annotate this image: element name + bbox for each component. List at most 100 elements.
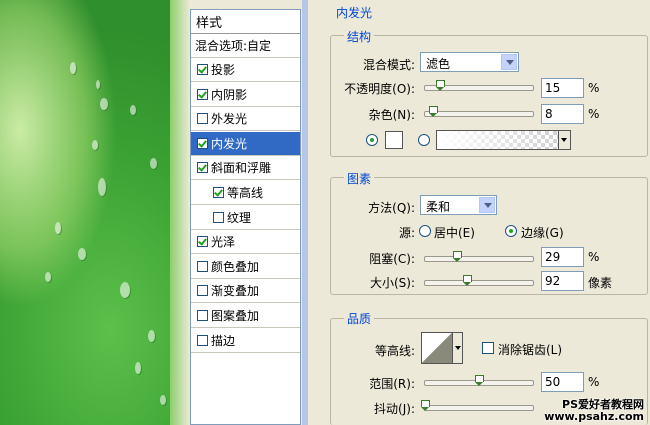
source-center-label[interactable]: 居中(E) (434, 224, 475, 241)
style-item[interactable]: 纹理 (191, 206, 300, 230)
panel-divider (302, 0, 308, 425)
style-item-label: 纹理 (227, 210, 252, 225)
blend-mode-value: 滤色 (426, 57, 451, 71)
opacity-unit: % (588, 81, 600, 95)
style-item-label: 内阴影 (211, 87, 248, 102)
style-list: 样式 混合选项:自定 投影内阴影外发光内发光斜面和浮雕 等高线纹理光泽颜色叠加渐变… (190, 9, 301, 425)
jitter-slider[interactable] (421, 400, 534, 411)
style-item-label: 图案叠加 (211, 309, 260, 323)
style-item[interactable]: 描边 (191, 329, 300, 353)
noise-input[interactable]: 8 (541, 104, 584, 124)
opacity-label: 不透明度(O): (344, 82, 415, 96)
range-slider-thumb[interactable] (475, 375, 484, 386)
style-item[interactable]: 颜色叠加 (191, 255, 300, 279)
style-item[interactable]: 内发光 (191, 131, 300, 156)
style-item[interactable]: 投影 (191, 58, 300, 82)
style-list-header[interactable]: 样式 (191, 10, 300, 34)
style-item-checkbox[interactable] (213, 211, 224, 223)
style-item-checkbox[interactable] (197, 334, 208, 346)
chevron-down-icon[interactable] (479, 197, 495, 213)
style-item-checkbox[interactable] (197, 88, 208, 100)
choke-slider-thumb[interactable] (453, 251, 462, 262)
water-drop (78, 248, 86, 260)
style-item-checkbox[interactable] (197, 162, 208, 174)
style-item-checkbox[interactable] (197, 64, 208, 75)
jitter-label: 抖动(J): (374, 402, 415, 416)
style-item[interactable]: 斜面和浮雕 (191, 156, 300, 181)
source-edge-radio[interactable] (505, 225, 517, 237)
water-drop (150, 158, 157, 169)
choke-input[interactable]: 29 (541, 247, 584, 267)
range-input[interactable]: 50 (541, 372, 584, 392)
blend-mode-label: 混合模式: (362, 58, 415, 72)
structure-title: 结构 (344, 28, 375, 45)
style-item-label: 外发光 (211, 112, 248, 127)
style-item-label: 投影 (211, 63, 236, 77)
style-item[interactable]: 内阴影 (191, 83, 300, 107)
noise-label: 杂色(N): (368, 108, 415, 122)
style-item-checkbox[interactable] (197, 236, 208, 248)
range-unit: % (588, 375, 600, 389)
quality-title: 品质 (344, 310, 375, 327)
elements-title: 图素 (344, 170, 375, 187)
style-item[interactable]: 等高线 (191, 181, 300, 205)
source-label: 源: (398, 226, 415, 240)
water-drop (92, 140, 98, 150)
noise-slider-thumb[interactable] (429, 106, 438, 117)
style-item-checkbox[interactable] (197, 137, 208, 149)
solid-color-radio[interactable] (366, 134, 378, 146)
gradient-radio[interactable] (418, 134, 430, 146)
blend-mode-select[interactable]: 滤色 (420, 52, 519, 72)
style-item[interactable]: 外发光 (191, 107, 300, 132)
style-item[interactable]: 光泽 (191, 230, 300, 255)
style-item-checkbox[interactable] (197, 260, 208, 272)
water-drop (96, 80, 100, 89)
chevron-down-icon[interactable] (453, 332, 463, 364)
opacity-input[interactable]: 15 (541, 78, 584, 98)
choke-slider[interactable] (424, 251, 534, 262)
style-item-checkbox[interactable] (213, 187, 224, 198)
water-drop (160, 395, 166, 405)
water-drop (130, 105, 136, 115)
method-label: 方法(Q): (368, 201, 415, 215)
jitter-slider-thumb[interactable] (421, 400, 430, 411)
style-item[interactable]: 渐变叠加 (191, 279, 300, 304)
water-drop (100, 98, 108, 110)
opacity-slider[interactable] (424, 80, 534, 91)
contour-label: 等高线: (374, 344, 415, 358)
style-item-label: 内发光 (211, 136, 248, 151)
chevron-down-icon[interactable] (558, 131, 570, 149)
water-drop (148, 330, 155, 342)
range-label: 范围(R): (369, 377, 415, 391)
style-item[interactable]: 图案叠加 (191, 304, 300, 328)
size-input[interactable]: 92 (541, 271, 584, 291)
method-select[interactable]: 柔和 (420, 195, 497, 215)
size-unit: 像素 (588, 276, 613, 290)
antialias-checkbox[interactable] (482, 342, 494, 354)
style-item-checkbox[interactable] (197, 285, 208, 297)
style-item-checkbox[interactable] (197, 113, 208, 125)
glow-color-swatch[interactable] (385, 131, 403, 149)
antialias-label[interactable]: 消除锯齿(L) (498, 341, 562, 358)
watermark-line2: www.psahz.com (544, 410, 644, 423)
noise-slider[interactable] (424, 106, 534, 117)
method-value: 柔和 (426, 200, 451, 214)
size-slider[interactable] (424, 275, 534, 286)
water-drop (70, 62, 76, 74)
blending-options-item[interactable]: 混合选项:自定 (191, 34, 300, 58)
glow-gradient-picker[interactable] (436, 130, 571, 150)
range-slider[interactable] (424, 375, 534, 386)
source-edge-label[interactable]: 边缘(G) (521, 224, 564, 241)
contour-thumbnail[interactable] (421, 332, 453, 364)
source-center-radio[interactable] (419, 225, 431, 237)
watermark: PS爱好者教程网 www.psahz.com (544, 399, 644, 423)
opacity-slider-thumb[interactable] (436, 80, 445, 91)
size-label: 大小(S): (369, 276, 415, 290)
water-drop (135, 362, 141, 374)
style-item-label: 颜色叠加 (211, 259, 260, 274)
chevron-down-icon[interactable] (501, 54, 517, 70)
water-drop (45, 272, 51, 282)
style-item-label: 描边 (211, 333, 236, 348)
size-slider-thumb[interactable] (463, 275, 472, 286)
style-item-checkbox[interactable] (197, 310, 208, 321)
